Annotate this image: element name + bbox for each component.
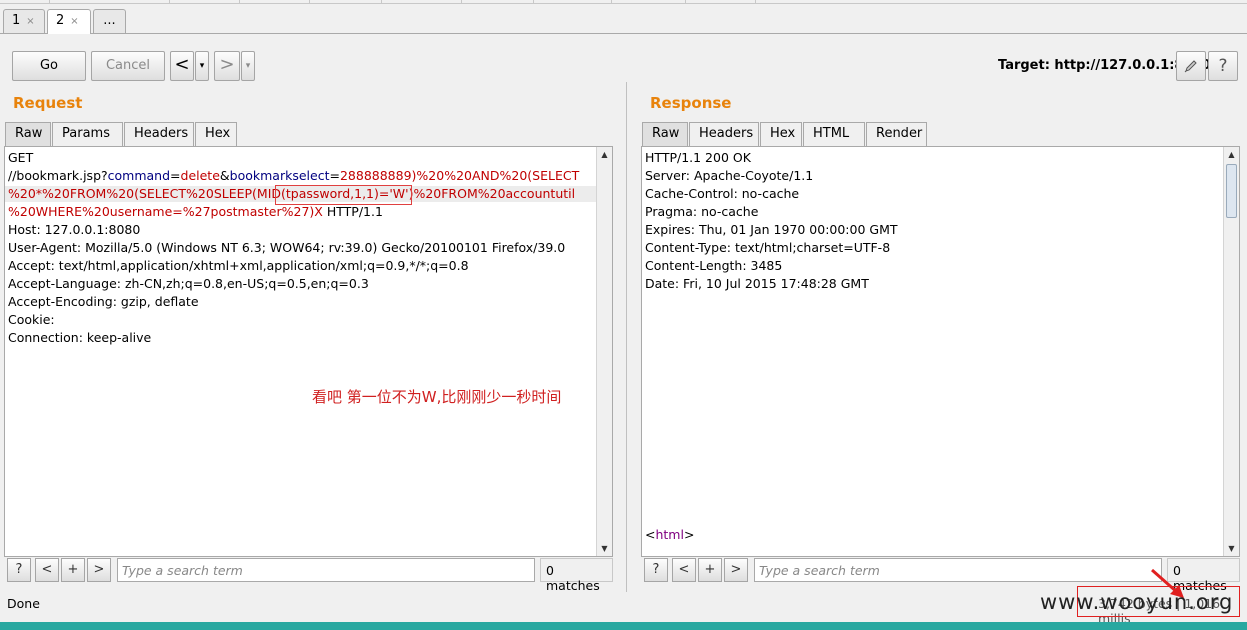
payload-highlight-box — [275, 185, 412, 205]
header-line: User-Agent: Mozilla/5.0 (Windows NT 6.3;… — [8, 240, 566, 255]
search-help-button[interactable]: ? — [7, 558, 31, 582]
response-line: Date: Fri, 10 Jul 2015 17:48:28 GMT — [645, 276, 869, 291]
tool-tab-row — [0, 0, 1247, 4]
request-panel: Request Raw Params Headers Hex GET //boo… — [0, 86, 622, 593]
tab-label: 2 — [56, 13, 65, 28]
header-line: Cookie: — [8, 312, 55, 327]
request-line-method: GET — [8, 150, 34, 165]
pencil-icon — [1184, 60, 1197, 73]
forward-button[interactable]: > — [214, 51, 240, 81]
response-line: Content-Length: 3485 — [645, 258, 783, 273]
close-icon[interactable]: × — [26, 16, 34, 27]
tab-label: 1 — [12, 13, 21, 28]
response-line: Content-Type: text/html;charset=UTF-8 — [645, 240, 891, 255]
header-line: Accept-Language: zh-CN,zh;q=0.8,en-US;q=… — [8, 276, 369, 291]
request-line-payload-2: %20WHERE%20username=%27postmaster%27)X H… — [8, 204, 383, 219]
request-editor[interactable]: GET //bookmark.jsp?command=delete&bookma… — [4, 146, 613, 557]
splitter[interactable] — [626, 82, 627, 592]
scroll-thumb[interactable] — [1226, 164, 1237, 218]
response-line: HTTP/1.1 200 OK — [645, 150, 751, 165]
scroll-up-icon[interactable]: ▲ — [597, 147, 612, 162]
response-line: Server: Apache-Coyote/1.1 — [645, 168, 814, 183]
search-help-button[interactable]: ? — [644, 558, 668, 582]
response-panel: Response Raw Headers Hex HTML Render HTT… — [637, 86, 1247, 593]
search-input[interactable]: Type a search term — [117, 558, 535, 582]
tab-params[interactable]: Params — [52, 122, 123, 146]
search-options-button[interactable]: + — [698, 558, 722, 582]
tab-raw[interactable]: Raw — [642, 122, 688, 146]
search-next-button[interactable]: > — [87, 558, 111, 582]
response-line: Expires: Thu, 01 Jan 1970 00:00:00 GMT — [645, 222, 898, 237]
repeater-tab-2[interactable]: 2 × — [47, 9, 91, 34]
header-line: Connection: keep-alive — [8, 330, 152, 345]
request-scrollbar[interactable]: ▲ ▼ — [596, 147, 612, 556]
annotation-text: 看吧 第一位不为W,比刚刚少一秒时间 — [312, 388, 562, 406]
search-input[interactable]: Type a search term — [754, 558, 1162, 582]
tab-hex[interactable]: Hex — [195, 122, 237, 146]
header-line: Accept: text/html,application/xhtml+xml,… — [8, 258, 469, 273]
response-line: Pragma: no-cache — [645, 204, 759, 219]
request-title: Request — [13, 94, 83, 112]
go-button[interactable]: Go — [12, 51, 86, 81]
response-html-line: <html> — [645, 527, 695, 542]
back-history-dropdown[interactable]: ▾ — [195, 51, 209, 81]
request-search-bar: ? < + > Type a search term 0 matches — [7, 558, 613, 593]
tab-headers[interactable]: Headers — [689, 122, 759, 146]
tab-headers[interactable]: Headers — [124, 122, 194, 146]
response-line: Cache-Control: no-cache — [645, 186, 800, 201]
tab-raw[interactable]: Raw — [5, 122, 51, 146]
scroll-down-icon[interactable]: ▼ — [1224, 541, 1239, 556]
tab-label: ... — [103, 13, 116, 28]
tab-html[interactable]: HTML — [803, 122, 865, 146]
watermark: www.wooyun.org — [1040, 590, 1234, 614]
status-text: Done — [7, 596, 40, 611]
response-scrollbar[interactable]: ▲ ▼ — [1223, 147, 1239, 556]
search-prev-button[interactable]: < — [672, 558, 696, 582]
cancel-button[interactable]: Cancel — [91, 51, 165, 81]
header-line: Accept-Encoding: gzip, deflate — [8, 294, 199, 309]
scroll-down-icon[interactable]: ▼ — [597, 541, 612, 556]
back-button[interactable]: < — [170, 51, 194, 81]
search-next-button[interactable]: > — [724, 558, 748, 582]
new-tab-button[interactable]: ... — [93, 9, 126, 33]
window-bottom-edge — [0, 622, 1247, 630]
search-options-button[interactable]: + — [61, 558, 85, 582]
request-line-url: //bookmark.jsp?command=delete&bookmarkse… — [8, 168, 580, 183]
edit-target-button[interactable] — [1176, 51, 1206, 81]
repeater-tab-1[interactable]: 1 × — [3, 9, 45, 33]
help-button[interactable]: ? — [1208, 51, 1238, 81]
search-matches: 0 matches — [540, 558, 613, 593]
question-icon: ? — [1218, 56, 1228, 76]
response-title: Response — [650, 94, 732, 112]
search-prev-button[interactable]: < — [35, 558, 59, 582]
response-editor[interactable]: HTTP/1.1 200 OK Server: Apache-Coyote/1.… — [641, 146, 1240, 557]
forward-history-dropdown[interactable]: ▾ — [241, 51, 255, 81]
close-icon[interactable]: × — [70, 16, 78, 27]
scroll-up-icon[interactable]: ▲ — [1224, 147, 1239, 162]
tab-hex[interactable]: Hex — [760, 122, 802, 146]
header-line: Host: 127.0.0.1:8080 — [8, 222, 141, 237]
tab-render[interactable]: Render — [866, 122, 927, 146]
repeater-tab-strip: 1 × 2 × ... — [0, 0, 1247, 34]
